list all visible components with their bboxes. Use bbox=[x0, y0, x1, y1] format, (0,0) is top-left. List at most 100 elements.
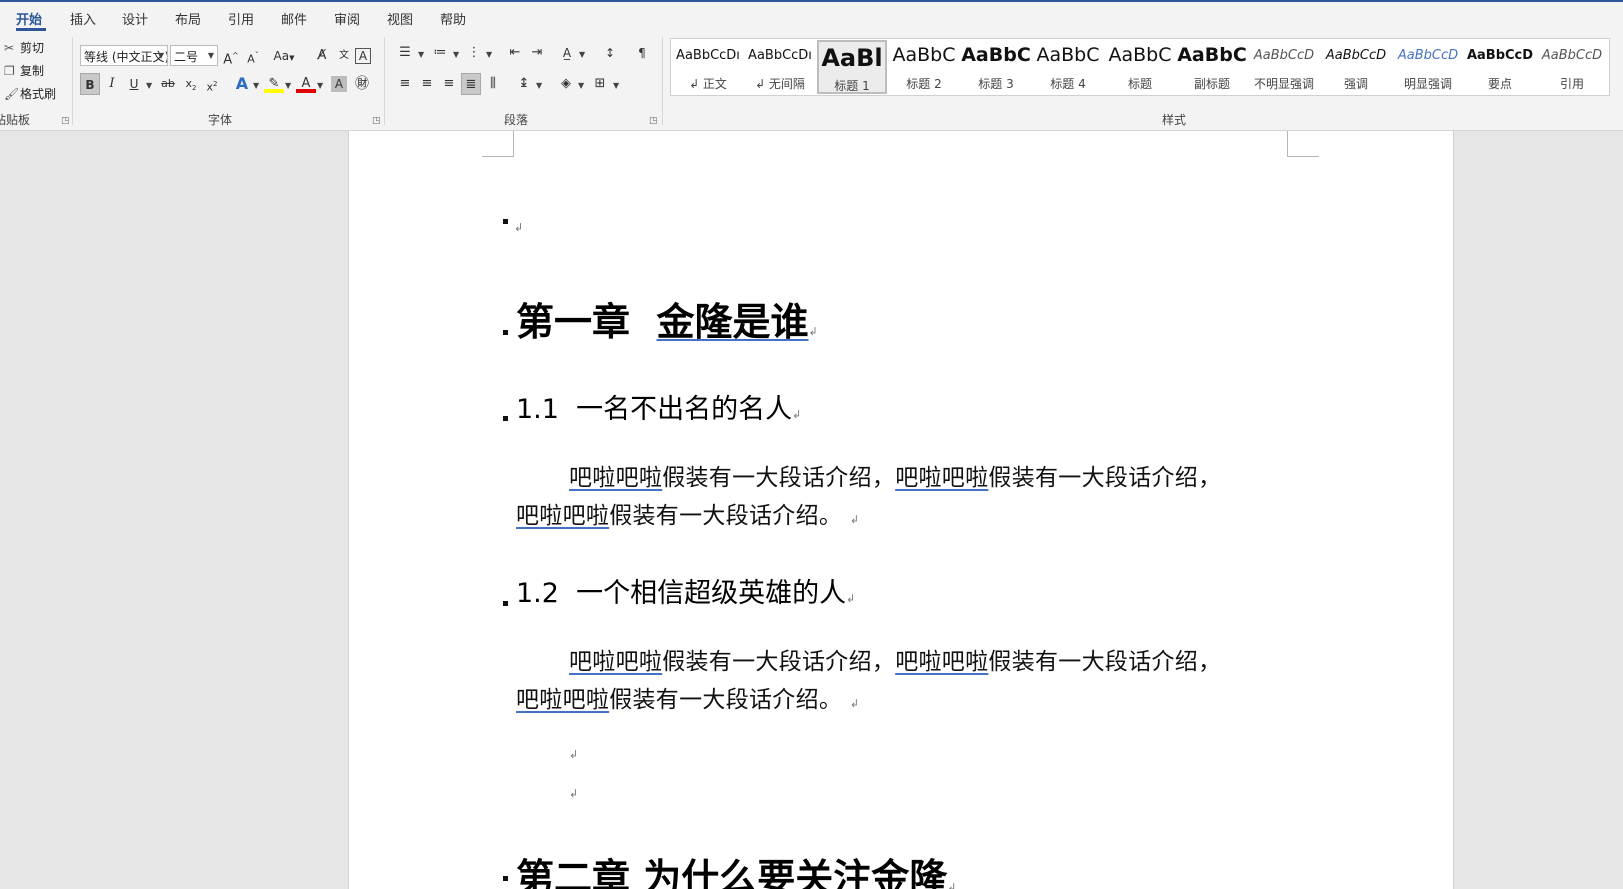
chevron-down-icon[interactable]: ▼ bbox=[579, 50, 585, 59]
numbering-icon[interactable]: ≔ bbox=[430, 42, 450, 64]
chapter-2-text: 第二章 为什么要关注金隆 bbox=[516, 856, 948, 889]
style-subtle-emphasis[interactable]: AaBbCcD 不明显强调 bbox=[1249, 40, 1319, 94]
chevron-down-icon[interactable]: ▼ bbox=[453, 50, 459, 59]
highlighter-icon[interactable]: ✎ bbox=[264, 73, 284, 93]
section-title: 一名不出名的名人 bbox=[576, 394, 793, 425]
chevron-down-icon[interactable]: ▼ bbox=[253, 81, 259, 90]
character-border-icon[interactable]: A bbox=[355, 48, 371, 64]
heading-section-1-1[interactable]: 1.1 一名不出名的名人↲ bbox=[516, 387, 801, 426]
decrease-indent-icon[interactable]: ⇤ bbox=[505, 42, 525, 64]
heading-bullet-mark bbox=[503, 416, 508, 421]
bold-button[interactable]: B bbox=[80, 73, 100, 95]
subscript-button[interactable]: x2 bbox=[181, 73, 201, 95]
text-effects-icon[interactable]: A bbox=[232, 73, 252, 95]
italic-button[interactable]: I bbox=[102, 73, 122, 95]
tab-review[interactable]: 审阅 bbox=[334, 9, 360, 28]
style-strong[interactable]: AaBbCcD 要点 bbox=[1465, 40, 1535, 94]
sort-icon[interactable]: ↕ bbox=[600, 42, 620, 64]
style-name: 标题 bbox=[1127, 77, 1152, 91]
style-title[interactable]: AaBbC 标题 bbox=[1105, 40, 1175, 94]
style-intense-emphasis[interactable]: AaBbCcD 明显强调 bbox=[1393, 40, 1463, 94]
cut-button[interactable]: ✂ 剪切 bbox=[4, 39, 44, 56]
copy-button[interactable]: ❐ 复制 bbox=[4, 62, 44, 79]
chevron-down-icon[interactable]: ▼ bbox=[146, 81, 152, 90]
style-heading-4[interactable]: AaBbC 标题 4 bbox=[1033, 40, 1103, 94]
align-right-icon[interactable]: ≡ bbox=[439, 73, 459, 95]
superscript-button[interactable]: x2 bbox=[202, 73, 222, 95]
tab-design[interactable]: 设计 bbox=[122, 9, 148, 28]
tab-home[interactable]: 开始 bbox=[16, 9, 42, 28]
shrink-font-icon: A bbox=[247, 52, 255, 66]
style-preview: AaBbCcD bbox=[1466, 48, 1534, 63]
tab-help[interactable]: 帮助 bbox=[440, 9, 466, 28]
bullets-icon[interactable]: ☰ bbox=[395, 42, 415, 64]
tab-view[interactable]: 视图 bbox=[387, 9, 413, 28]
style-heading-2[interactable]: AaBbC 标题 2 bbox=[889, 40, 959, 94]
line-spacing-icon[interactable]: ↨ bbox=[514, 73, 534, 95]
align-left-icon[interactable]: ≡ bbox=[395, 73, 415, 95]
chevron-down-icon[interactable]: ▼ bbox=[418, 50, 424, 59]
chevron-down-icon[interactable]: ▼ bbox=[578, 81, 584, 90]
style-preview: AaBbC bbox=[1036, 44, 1100, 66]
chevron-down-icon[interactable]: ▼ bbox=[285, 81, 291, 90]
chevron-down-icon[interactable]: ▼ bbox=[317, 81, 323, 90]
chevron-down-icon[interactable]: ▼ bbox=[613, 81, 619, 90]
style-heading-1[interactable]: AaBl 标题 1 bbox=[817, 40, 887, 94]
style-no-spacing[interactable]: AaBbCcDı ↲ 无间隔 bbox=[745, 40, 815, 94]
style-quote[interactable]: AaBbCcD 引用 bbox=[1537, 40, 1607, 94]
tab-mailings[interactable]: 邮件 bbox=[281, 9, 307, 28]
font-size-combobox[interactable]: 二号 ▼ bbox=[170, 45, 218, 66]
style-normal[interactable]: AaBbCcDı ↲ 正文 bbox=[673, 40, 743, 94]
character-shading-icon[interactable]: A bbox=[331, 76, 347, 92]
body-text: 假装有一大段话介绍。 bbox=[609, 687, 843, 713]
shrink-font-button[interactable]: Aˇ bbox=[243, 45, 263, 67]
body-line[interactable]: 吧啦吧啦假装有一大段话介绍。 ↲ bbox=[516, 680, 859, 714]
styles-gallery: AaBbCcDı ↲ 正文 AaBbCcDı ↲ 无间隔 AaBl 标题 1 A… bbox=[670, 38, 1610, 96]
borders-icon[interactable]: ⊞ bbox=[590, 73, 610, 95]
enclose-characters-icon[interactable]: ㊖ bbox=[352, 73, 372, 95]
tab-insert[interactable]: 插入 bbox=[70, 9, 96, 28]
style-name: ↲ 无间隔 bbox=[755, 77, 805, 91]
font-name-combobox[interactable]: 等线 (中文正文) ▼ bbox=[80, 45, 168, 66]
style-heading-3[interactable]: AaBbC 标题 3 bbox=[961, 40, 1031, 94]
underline-button[interactable]: U bbox=[124, 73, 144, 95]
body-line[interactable]: 吧啦吧啦假装有一大段话介绍。 ↲ bbox=[516, 496, 859, 530]
font-color-icon[interactable]: A bbox=[296, 73, 316, 93]
document-page[interactable] bbox=[348, 131, 1454, 889]
grow-font-button[interactable]: A^ bbox=[221, 45, 241, 67]
body-line[interactable]: 吧啦吧啦假装有一大段话介绍，吧啦吧啦假装有一大段话介绍， bbox=[569, 458, 1221, 492]
tab-references[interactable]: 引用 bbox=[228, 9, 254, 28]
shading-icon[interactable]: ◈ bbox=[556, 73, 576, 95]
chevron-down-icon: ▼ bbox=[157, 51, 164, 60]
paragraph-dialog-launcher-icon[interactable]: ◳ bbox=[649, 116, 658, 126]
heading-section-1-2[interactable]: 1.2 一个相信超级英雄的人↲ bbox=[516, 571, 855, 610]
heading-chapter-1[interactable]: 第一章 金隆是谁↲ bbox=[516, 291, 818, 346]
chevron-down-icon[interactable]: ▼ bbox=[486, 50, 492, 59]
show-marks-icon[interactable]: ¶ bbox=[632, 42, 652, 64]
heading-chapter-2[interactable]: 第二章 为什么要关注金隆↲ bbox=[516, 847, 956, 889]
align-center-icon[interactable]: ≡ bbox=[417, 73, 437, 95]
chevron-down-icon[interactable]: ▼ bbox=[536, 81, 542, 90]
style-name: 引用 bbox=[1559, 77, 1584, 91]
tab-layout[interactable]: 布局 bbox=[175, 9, 201, 28]
chinese-layout-icon[interactable]: A̲ bbox=[557, 42, 577, 64]
increase-indent-icon[interactable]: ⇥ bbox=[527, 42, 547, 64]
paragraph-mark: ↲ bbox=[569, 748, 579, 761]
body-line[interactable]: 吧啦吧啦假装有一大段话介绍，吧啦吧啦假装有一大段话介绍， bbox=[569, 642, 1221, 676]
distributed-icon[interactable]: ⫼ bbox=[483, 73, 503, 95]
style-preview: AaBbC bbox=[1177, 44, 1247, 66]
underlined-text: 吧啦吧啦 bbox=[516, 503, 610, 529]
paragraph-mark: ↲ bbox=[792, 408, 802, 421]
style-subtitle[interactable]: AaBbC 副标题 bbox=[1177, 40, 1247, 94]
clear-formatting-icon[interactable]: A̸ bbox=[312, 45, 332, 67]
style-name: ↲ 正文 bbox=[689, 77, 727, 91]
multilevel-list-icon[interactable]: ⋮ bbox=[464, 42, 484, 64]
justify-icon[interactable]: ≣ bbox=[461, 73, 481, 95]
change-case-button[interactable]: Aa▼ bbox=[270, 45, 298, 67]
font-dialog-launcher-icon[interactable]: ◳ bbox=[372, 116, 381, 126]
clipboard-dialog-launcher-icon[interactable]: ◳ bbox=[61, 116, 70, 126]
strikethrough-button[interactable]: ab bbox=[158, 73, 178, 95]
style-emphasis[interactable]: AaBbCcD 强调 bbox=[1321, 40, 1391, 94]
format-painter-button[interactable]: 🖌 格式刷 bbox=[4, 85, 56, 102]
phonetic-guide-icon[interactable]: 文 bbox=[334, 45, 354, 67]
